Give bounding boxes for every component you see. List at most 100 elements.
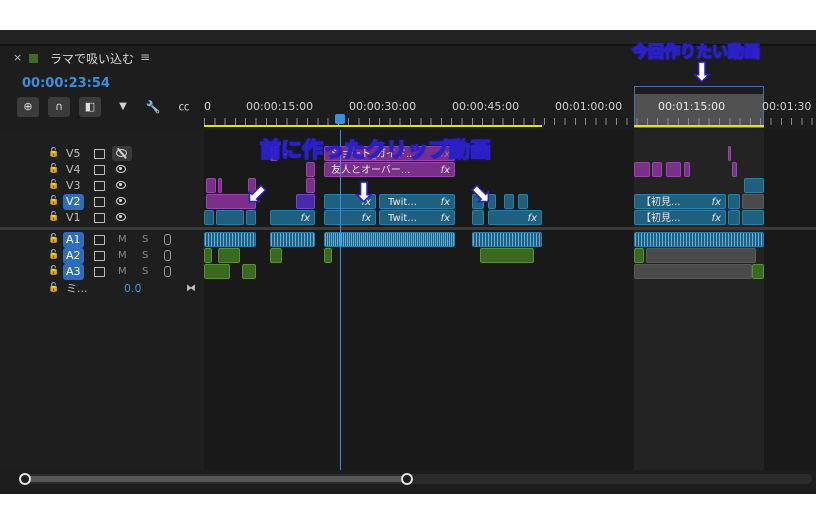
lock-icon[interactable]: 🔓 — [48, 164, 59, 174]
lock-icon[interactable]: 🔓 — [48, 148, 59, 158]
audio-clip[interactable] — [480, 248, 534, 263]
mic-icon[interactable] — [164, 250, 171, 261]
clip-v2-twit[interactable]: Twit... fx — [379, 194, 455, 209]
clip-v1-right[interactable]: 【初見... fx — [634, 210, 726, 225]
clip[interactable] — [218, 178, 222, 193]
audio-clip[interactable] — [472, 232, 542, 247]
mute-button[interactable]: M — [118, 248, 127, 264]
wrench-icon[interactable]: 🔧 — [144, 97, 162, 117]
sync-lock-icon[interactable] — [94, 181, 105, 191]
panel-menu-icon[interactable]: ≡ — [140, 50, 150, 64]
clip[interactable] — [306, 178, 315, 193]
mix-volume-value[interactable]: 0.0 — [124, 281, 142, 297]
track-header-a1[interactable]: 🔓 A1 M S — [0, 232, 204, 248]
add-marker-icon[interactable]: ▼ — [114, 97, 132, 117]
lock-icon[interactable]: 🔓 — [48, 196, 59, 206]
timeline-tracks[interactable]: ショート_ガイド... fx 友人とオーバー... fx fx Twit... fx … — [204, 130, 816, 470]
clip[interactable] — [728, 146, 731, 161]
clip[interactable]: fx — [324, 210, 376, 225]
sync-lock-icon[interactable] — [94, 251, 105, 261]
clip[interactable] — [518, 194, 528, 209]
track-name[interactable]: V2 — [63, 194, 84, 210]
audio-clip[interactable] — [270, 232, 315, 247]
eye-icon[interactable] — [116, 165, 126, 173]
lock-icon[interactable]: 🔓 — [48, 212, 59, 222]
work-area-bar[interactable] — [204, 125, 542, 127]
lock-icon[interactable]: 🔓 — [48, 180, 59, 190]
nest-icon[interactable]: ⊕ — [17, 97, 39, 117]
audio-clip[interactable] — [204, 264, 230, 279]
clip[interactable] — [744, 178, 764, 193]
audio-clip[interactable] — [324, 248, 332, 263]
audio-clip[interactable] — [204, 232, 256, 247]
scrollbar-thumb[interactable] — [24, 476, 408, 482]
lock-icon[interactable]: 🔓 — [48, 283, 59, 293]
clip[interactable] — [652, 162, 662, 177]
linked-selection-icon[interactable]: ◧ — [79, 97, 101, 117]
track-header-a3[interactable]: 🔓 A3 M S — [0, 264, 204, 280]
eye-icon[interactable] — [116, 181, 126, 189]
clip[interactable] — [472, 210, 484, 225]
clip[interactable] — [204, 210, 214, 225]
track-header-v2[interactable]: 🔓 V2 — [0, 194, 204, 210]
playhead-line[interactable] — [340, 130, 341, 470]
clip[interactable] — [728, 210, 740, 225]
mute-button[interactable]: M — [118, 232, 127, 248]
clip[interactable] — [728, 194, 740, 209]
track-header-v1[interactable]: 🔓 V1 — [0, 210, 204, 226]
clip[interactable] — [732, 162, 737, 177]
audio-clip[interactable] — [324, 232, 455, 247]
clip-v2-right[interactable]: 【初見... fx — [634, 194, 726, 209]
clip[interactable] — [306, 162, 315, 177]
clip-v1-twit[interactable]: Twit... fx — [379, 210, 455, 225]
track-header-v4[interactable]: 🔓 V4 — [0, 162, 204, 178]
lock-icon[interactable]: 🔓 — [48, 234, 59, 244]
track-header-a2[interactable]: 🔓 A2 M S — [0, 248, 204, 264]
track-name[interactable]: A1 — [63, 232, 84, 248]
audio-clip[interactable] — [634, 264, 752, 279]
track-name[interactable]: V1 — [66, 210, 81, 226]
eye-icon[interactable] — [116, 197, 126, 205]
playhead-handle[interactable] — [335, 114, 345, 124]
eye-hidden-icon[interactable] — [112, 146, 132, 161]
track-header-v5[interactable]: 🔓 V5 — [0, 146, 204, 162]
clip[interactable] — [684, 162, 690, 177]
mix-track-name[interactable]: ミ... — [66, 281, 88, 297]
audio-clip[interactable] — [634, 232, 764, 247]
track-name[interactable]: V3 — [66, 178, 81, 194]
sequence-tab-title[interactable]: ラマで吸い込む — [50, 50, 134, 67]
clip[interactable]: fx — [488, 210, 542, 225]
scrollbar-handle-right[interactable] — [401, 473, 413, 485]
audio-clip[interactable] — [218, 248, 240, 263]
clip[interactable]: fx — [270, 210, 315, 225]
clip[interactable] — [742, 194, 764, 209]
audio-clip[interactable] — [242, 264, 256, 279]
clip[interactable] — [666, 162, 681, 177]
sync-lock-icon[interactable] — [94, 213, 105, 223]
sync-lock-icon[interactable] — [94, 235, 105, 245]
audio-clip[interactable] — [646, 248, 756, 263]
work-area-bar-right[interactable] — [634, 125, 764, 127]
track-name[interactable]: A2 — [63, 248, 84, 264]
solo-button[interactable]: S — [142, 264, 148, 280]
eye-icon[interactable] — [116, 213, 126, 221]
lock-icon[interactable]: 🔓 — [48, 250, 59, 260]
sync-lock-icon[interactable] — [94, 197, 105, 207]
clip[interactable] — [296, 194, 315, 209]
mute-button[interactable]: M — [118, 264, 127, 280]
clip[interactable] — [504, 194, 514, 209]
track-name[interactable]: V4 — [66, 162, 81, 178]
captions-icon[interactable]: ㏄ — [175, 97, 193, 117]
snap-magnet-icon[interactable]: ∩ — [48, 97, 70, 117]
sync-lock-icon[interactable] — [94, 267, 105, 277]
clip[interactable] — [634, 162, 650, 177]
clip[interactable] — [742, 210, 764, 225]
mic-icon[interactable] — [164, 234, 171, 245]
playhead-timecode[interactable]: 00:00:23:54 — [22, 76, 110, 91]
mix-end-icon[interactable]: ⧓ — [186, 281, 196, 297]
track-header-v3[interactable]: 🔓 V3 — [0, 178, 204, 194]
audio-clip[interactable] — [634, 248, 644, 263]
mic-icon[interactable] — [164, 266, 171, 277]
sync-lock-icon[interactable] — [94, 165, 105, 175]
lock-icon[interactable]: 🔓 — [48, 266, 59, 276]
